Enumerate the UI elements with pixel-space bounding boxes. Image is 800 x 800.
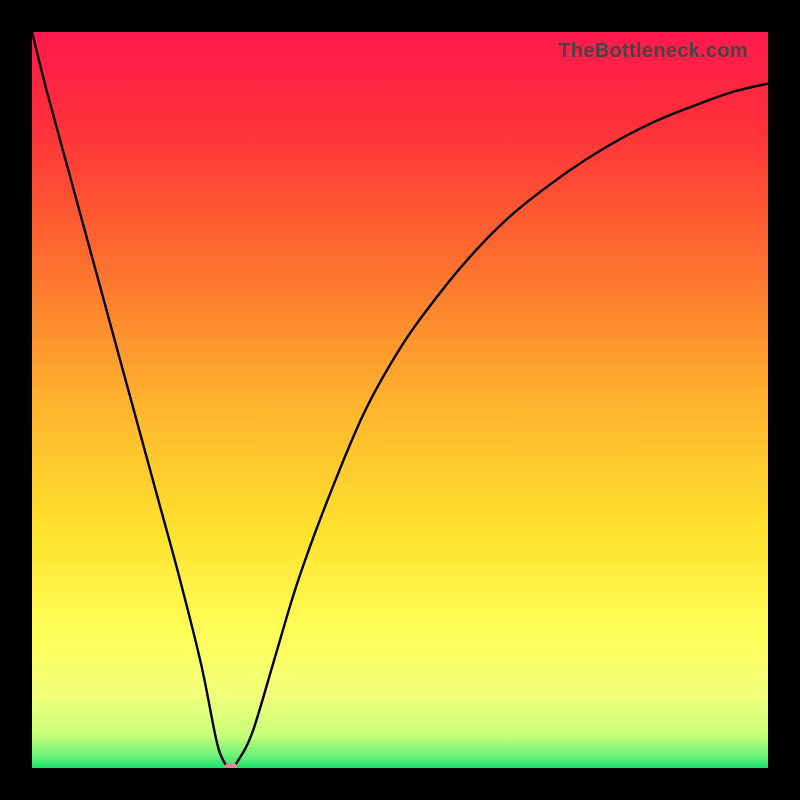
chart-frame: TheBottleneck.com bbox=[0, 0, 800, 800]
plot-area: TheBottleneck.com bbox=[32, 32, 768, 768]
bottleneck-curve bbox=[32, 32, 768, 768]
optimal-point-marker bbox=[224, 763, 238, 768]
